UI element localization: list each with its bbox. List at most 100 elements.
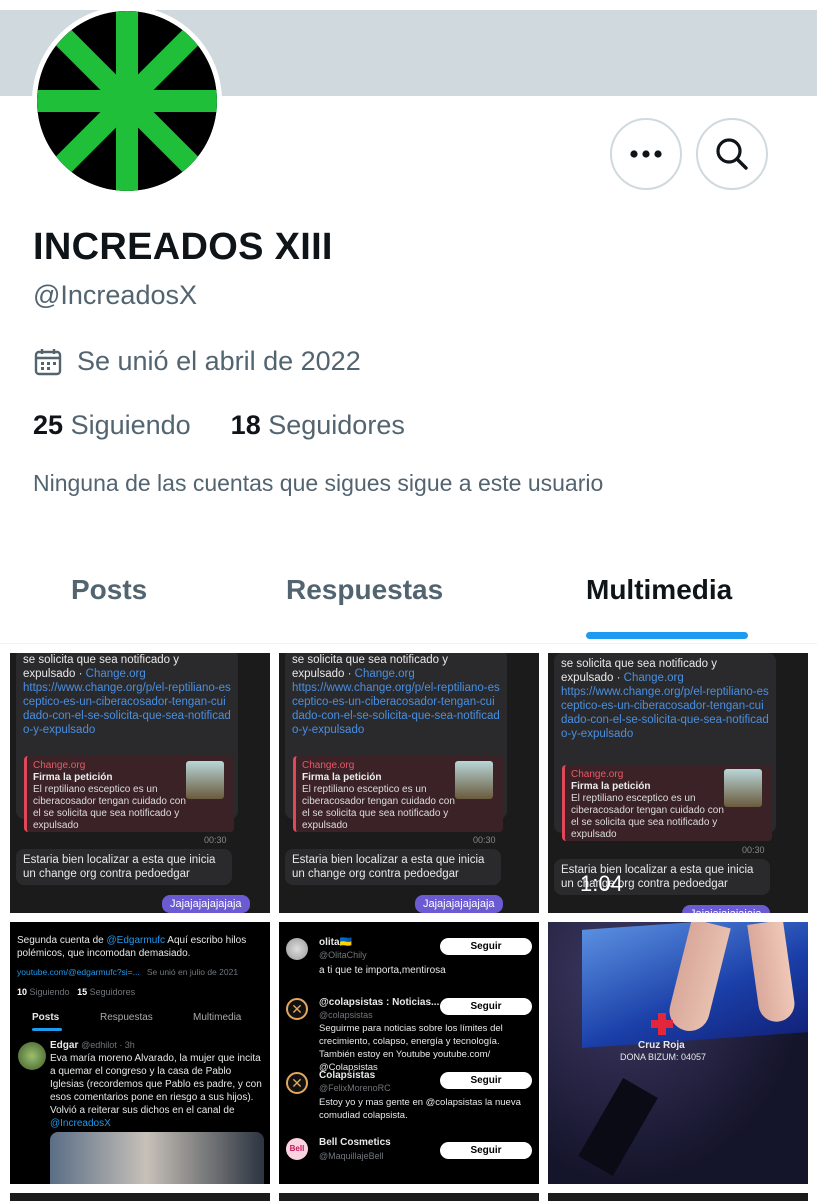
chat-screenshot: se solicita que sea notificado y expulsa… (279, 653, 539, 913)
preview-body: El reptiliano esceptico es un ciberacosa… (571, 793, 724, 840)
media-item-tv-photo[interactable]: Cruz Roja DONA BIZUM: 04057 (548, 922, 808, 1184)
more-options-button[interactable] (610, 118, 682, 190)
tab-respuestas[interactable]: Respuestas (286, 574, 443, 606)
suggest-name: Colapsistas (319, 1070, 376, 1081)
chat-expulsado: expulsado · (23, 668, 83, 680)
chat-url: https://www.change.org/p/el-reptiliano-e… (561, 686, 769, 740)
preview-body: El reptiliano esceptico es un ciberacosa… (302, 784, 455, 831)
sent-msg: Jajajajajajajaja (415, 895, 503, 913)
shot-post-image (50, 1132, 264, 1184)
search-button[interactable] (696, 118, 768, 190)
seguir-button: Seguir (440, 1072, 532, 1089)
join-date: Se unió el abril de 2022 (33, 346, 361, 377)
profile-tabs: Posts Respuestas Multimedia (0, 556, 817, 644)
asterisk-logo-icon (37, 11, 217, 191)
followers-count: 18 (230, 410, 261, 440)
chat-change-link: Change.org (85, 668, 146, 680)
shot-tab-posts: Posts (32, 1012, 60, 1023)
red-cross-icon (651, 1013, 673, 1035)
video-duration: 1:04 (580, 871, 623, 896)
mutuals-note: Ninguna de las cuentas que sigues sigue … (33, 470, 604, 496)
suggest-handle: @MaquillajeBell (319, 1151, 384, 1161)
followers-link[interactable]: 18 Seguidores (231, 410, 405, 441)
shot-post-mention: @IncreadosX (50, 1118, 111, 1129)
msg-time: 00:30 (742, 845, 765, 855)
chat-msg-2: Estaria bien localizar a esta que inicia… (285, 849, 501, 885)
chat-screenshot: se solicita que sea notificado y expulsa… (10, 653, 270, 913)
media-grid: se solicita que sea notificado y expulsa… (0, 645, 817, 1201)
more-dots-icon (630, 150, 662, 158)
preview-thumbnail (724, 769, 762, 807)
preview-thumbnail (455, 761, 493, 799)
x-circle-icon: ✕ (286, 998, 308, 1020)
shot-followers-count: 15 (77, 987, 88, 997)
following-count: 25 (33, 410, 64, 440)
bell-logo-icon: Bell (286, 1138, 308, 1160)
chat-url: https://www.change.org/p/el-reptiliano-e… (23, 682, 231, 736)
suggest-bio: a ti que te importa,mentirosa (319, 965, 446, 976)
shot-meta: youtube.com/@edgarmufc?si=... Se unió en… (17, 966, 238, 979)
avatar[interactable] (32, 6, 222, 196)
profile-handle: @IncreadosX (33, 280, 197, 310)
tv-subtitle: DONA BIZUM: 04057 (620, 1052, 707, 1062)
tab-posts[interactable]: Posts (71, 574, 147, 606)
shot-post-handle: @edhilot · 3h (81, 1040, 135, 1050)
calendar-icon (34, 348, 62, 375)
shot-tab-indicator (32, 1028, 62, 1031)
shot-post-avatar (18, 1042, 46, 1070)
shot-following-count: 10 (17, 987, 28, 997)
sent-msg: Jajajajajajajaja (682, 905, 770, 913)
media-item-suggestions-shot[interactable]: olita🇺🇦 @OlitaChily a ti que te importa,… (279, 922, 539, 1184)
media-item-chat-1[interactable]: se solicita que sea notificado y expulsa… (10, 653, 270, 913)
chat-top-text: se solicita que sea notificado y (561, 658, 717, 670)
media-item-profile-shot[interactable]: Segunda cuenta de @Edgarmufc Aquí escrib… (10, 922, 270, 1184)
chat-screenshot: se solicita que sea notificado y expulsa… (548, 653, 808, 913)
sent-msg: Jajajajajajajaja (162, 895, 250, 913)
seguir-button: Seguir (440, 1142, 532, 1159)
chat-expulsado: expulsado · (561, 672, 621, 684)
suggest-handle: @FelixMorenoRC (319, 1083, 391, 1093)
follow-stats: 25 Siguiendo 18 Seguidores (33, 410, 405, 441)
shot-post: Edgar @edhilot · 3h Eva maría moreno Alv… (50, 1039, 264, 1130)
chat-expulsado: expulsado · (292, 668, 352, 680)
followers-label: Seguidores (268, 410, 405, 440)
suggest-avatar (286, 938, 308, 960)
x-circle-icon: ✕ (286, 1072, 308, 1094)
chat-top-text: se solicita que sea notificado y (292, 654, 448, 666)
suggest-bio: Estoy yo y mas gente en @colapsistas la … (319, 1097, 521, 1121)
preview-body: El reptiliano esceptico es un ciberacosa… (33, 784, 186, 831)
shot-followers-label: Seguidores (89, 987, 136, 997)
suggest-name: @colapsistas : Noticias... (319, 997, 440, 1008)
suggest-name: Bell Cosmetics (319, 1137, 391, 1148)
chat-change-link: Change.org (354, 668, 415, 680)
msg-time: 00:30 (473, 835, 496, 845)
suggest-handle: @colapsistas (319, 1010, 373, 1020)
following-label: Siguiendo (70, 410, 191, 440)
seguir-button: Seguir (440, 998, 532, 1015)
media-item-chat-2[interactable]: se solicita que sea notificado y expulsa… (279, 653, 539, 913)
suggest-bio: Seguirme para noticias sobre los límites… (319, 1023, 503, 1073)
shot-post-author: Edgar (50, 1040, 79, 1051)
shot-joined: Se unió en julio de 2021 (146, 967, 239, 977)
media-item-video[interactable]: se solicita que sea notificado y expulsa… (548, 653, 808, 913)
preview-thumbnail (186, 761, 224, 799)
shot-tab-respuestas: Respuestas (100, 1012, 153, 1023)
shot-link: youtube.com/@edgarmufc?si=... (17, 967, 140, 977)
shot-follow: 10 Siguiendo 15 Seguidores (17, 986, 135, 999)
search-icon (716, 138, 748, 170)
join-date-text: Se unió el abril de 2022 (77, 346, 361, 376)
shot-bio-prefix: Segunda cuenta de (17, 935, 104, 946)
following-link[interactable]: 25 Siguiendo (33, 410, 191, 441)
shot-following-label: Siguiendo (29, 987, 70, 997)
chat-msg-2: Estaria bien localizar a esta que inicia… (16, 849, 232, 885)
active-tab-indicator (586, 632, 748, 639)
shot-bio: Segunda cuenta de @Edgarmufc Aquí escrib… (17, 934, 265, 960)
shot-tab-multimedia: Multimedia (193, 1012, 242, 1023)
shot-post-text: Eva maría moreno Alvarado, la mujer que … (50, 1053, 262, 1116)
suggest-handle: @OlitaChily (319, 950, 367, 960)
tab-multimedia[interactable]: Multimedia (586, 574, 732, 606)
profile-name: INCREADOS XIII (33, 226, 333, 268)
chat-change-link: Change.org (623, 672, 684, 684)
chat-top-text: se solicita que sea notificado y (23, 654, 179, 666)
chat-url: https://www.change.org/p/el-reptiliano-e… (292, 682, 500, 736)
